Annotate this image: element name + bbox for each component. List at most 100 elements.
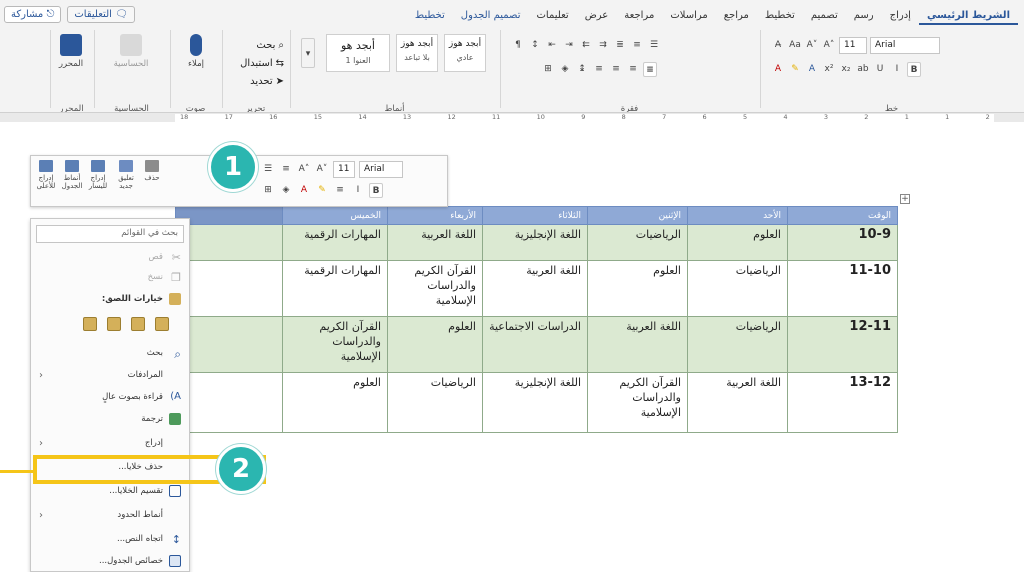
mini-font-size[interactable]: 11	[333, 161, 355, 178]
tab-table-layout[interactable]: تخطيط	[407, 6, 453, 25]
italic-icon[interactable]: I	[890, 62, 904, 77]
mini-delete-button[interactable]: حذف	[141, 160, 163, 182]
table-cell[interactable]: 10-9	[787, 224, 898, 261]
table-cell[interactable]: العلوم	[687, 224, 788, 261]
table-cell[interactable]: اللغة العربية	[482, 260, 588, 317]
table-cell[interactable]: اللغة العربية	[387, 224, 483, 261]
share-button[interactable]: ⎋ مشاركة	[4, 6, 62, 23]
mini-font-color-icon[interactable]: A	[297, 183, 311, 198]
style-normal[interactable]: أبجد هوز عادي	[444, 34, 486, 72]
table-cell[interactable]: الرياضيات	[687, 260, 788, 317]
font-size-combo[interactable]: 11	[839, 36, 867, 54]
mini-grow-font-icon[interactable]: A˄	[297, 162, 311, 177]
tab-insert[interactable]: إدراج	[882, 6, 919, 25]
table-cell[interactable]: المهارات الرقمية	[282, 260, 388, 317]
tab-mailings[interactable]: مراسلات	[662, 6, 715, 25]
table-cell[interactable]: 13-12	[787, 372, 898, 433]
subscript-icon[interactable]: x₂	[839, 62, 853, 77]
menu-item-insert[interactable]: إدراج ‹	[31, 433, 189, 453]
select-button[interactable]: ➤ تحديد	[250, 72, 284, 90]
table-cell[interactable]: 11-10	[787, 260, 898, 317]
table-cell[interactable]: العلوم	[282, 372, 388, 433]
font-name-combo[interactable]: Arial	[870, 36, 940, 54]
strikethrough-icon[interactable]: ab	[856, 62, 870, 77]
table-cell[interactable]: اللغة الإنجليزية	[482, 372, 588, 433]
table-cell[interactable]: الرياضيات	[687, 316, 788, 373]
decrease-indent-icon[interactable]: ⇇	[579, 38, 593, 53]
align-center-icon[interactable]: ≡	[626, 62, 640, 77]
table-cell[interactable]: اللغة العربية	[687, 372, 788, 433]
increase-indent-icon[interactable]: ⇉	[596, 38, 610, 53]
table-cell[interactable]: القرآن الكريم والدراسات الإسلامية	[282, 316, 388, 373]
clear-format-icon[interactable]: A̶	[771, 38, 785, 53]
tab-design[interactable]: تصميم	[803, 6, 846, 25]
menu-item-border-styles[interactable]: أنماط الحدود ‹	[31, 505, 189, 525]
mini-new-comment-button[interactable]: تعليق جديد	[115, 160, 137, 190]
menu-search-input[interactable]: بحث في القوائم	[36, 225, 184, 243]
table-cell[interactable]: الدراسات الاجتماعية	[482, 316, 588, 373]
menu-item-table-properties[interactable]: خصائص الجدول...	[31, 551, 189, 571]
table-cell[interactable]	[175, 316, 283, 373]
shrink-font-icon[interactable]: A˅	[805, 38, 819, 53]
table-cell[interactable]: القرآن الكريم والدراسات الإسلامية	[387, 260, 483, 317]
dictate-button[interactable]: إملاء	[176, 34, 216, 78]
mini-shrink-font-icon[interactable]: A˅	[315, 162, 329, 177]
mini-insert-left-button[interactable]: إدراج لليسار	[87, 160, 109, 190]
borders-icon[interactable]: ⊞	[541, 62, 555, 77]
replace-button[interactable]: ⇆ استبدال	[240, 54, 284, 72]
find-button[interactable]: ⌕ بحث	[256, 36, 284, 54]
sort-icon[interactable]: ↕	[528, 38, 542, 53]
table-cell[interactable]: الرياضيات	[387, 372, 483, 433]
mini-highlight-icon[interactable]: ✎	[315, 183, 329, 198]
menu-item-read-aloud[interactable]: A) قراءة بصوت عالٍ	[31, 387, 189, 407]
styles-more-icon[interactable]: ▾	[301, 38, 315, 68]
change-case-icon[interactable]: Aa	[788, 38, 802, 53]
table-cell[interactable]: الرياضيات	[587, 224, 688, 261]
line-spacing-icon[interactable]: ↨	[575, 62, 589, 77]
menu-item-translate[interactable]: ترجمة	[31, 409, 189, 429]
header-time[interactable]: الوقت	[787, 206, 898, 225]
table-cell[interactable]	[175, 372, 283, 433]
header-tuesday[interactable]: الثلاثاء	[482, 206, 588, 225]
table-cell[interactable]: المهارات الرقمية	[282, 224, 388, 261]
paste-text-only-icon[interactable]	[155, 317, 169, 331]
text-effects-icon[interactable]: A	[805, 62, 819, 77]
mini-center-icon[interactable]: ≡	[333, 183, 347, 198]
comments-button[interactable]: 🗨 التعليقات	[67, 6, 135, 23]
menu-item-search[interactable]: ⌕ بحث	[31, 343, 189, 363]
table-cell[interactable]: العلوم	[587, 260, 688, 317]
header-wednesday[interactable]: الأربعاء	[387, 206, 483, 225]
header-monday[interactable]: الإثنين	[587, 206, 688, 225]
rtl-icon[interactable]: ⇤	[545, 38, 559, 53]
highlight-icon[interactable]: ✎	[788, 62, 802, 77]
paste-merge-icon[interactable]	[107, 317, 121, 331]
shading-icon[interactable]: ◈	[558, 62, 572, 77]
align-right-icon[interactable]: ≡	[643, 61, 657, 77]
mini-bullets-icon[interactable]: ☰	[261, 162, 275, 177]
superscript-icon[interactable]: x²	[822, 62, 836, 77]
table-cell[interactable]: العلوم	[387, 316, 483, 373]
underline-icon[interactable]: U	[873, 62, 887, 77]
table-cell[interactable]: اللغة الإنجليزية	[482, 224, 588, 261]
table-cell[interactable]	[175, 224, 283, 261]
tab-home[interactable]: الشريط الرئيسي	[918, 6, 1018, 25]
pilcrow-icon[interactable]: ¶	[511, 38, 525, 53]
bold-icon[interactable]: B	[907, 61, 921, 77]
table-cell[interactable]: القرآن الكريم والدراسات الإسلامية	[587, 372, 688, 433]
mini-font-name[interactable]: Arial	[359, 161, 403, 178]
tab-view[interactable]: عرض	[577, 6, 617, 25]
mini-insert-above-button[interactable]: إدراج للأعلى	[35, 160, 57, 190]
tab-layout[interactable]: تخطيط	[757, 6, 803, 25]
ltr-icon[interactable]: ⇥	[562, 38, 576, 53]
multilevel-list-icon[interactable]: ≣	[613, 38, 627, 53]
tab-draw[interactable]: رسم	[846, 6, 882, 25]
menu-item-split-cells[interactable]: تقسيم الخلايا...	[31, 481, 189, 501]
font-color-icon[interactable]: A	[771, 62, 785, 77]
mini-numbering-icon[interactable]: ≡	[279, 162, 293, 177]
menu-item-synonyms[interactable]: المرادفات ‹	[31, 365, 189, 385]
header-sunday[interactable]: الأحد	[687, 206, 788, 225]
menu-item-copy[interactable]: ❐ نسخ	[31, 267, 189, 287]
mini-shading-icon[interactable]: ◈	[279, 183, 293, 198]
bullet-list-icon[interactable]: ☰	[647, 38, 661, 53]
menu-item-text-direction[interactable]: ↕ اتجاه النص...	[31, 529, 189, 549]
